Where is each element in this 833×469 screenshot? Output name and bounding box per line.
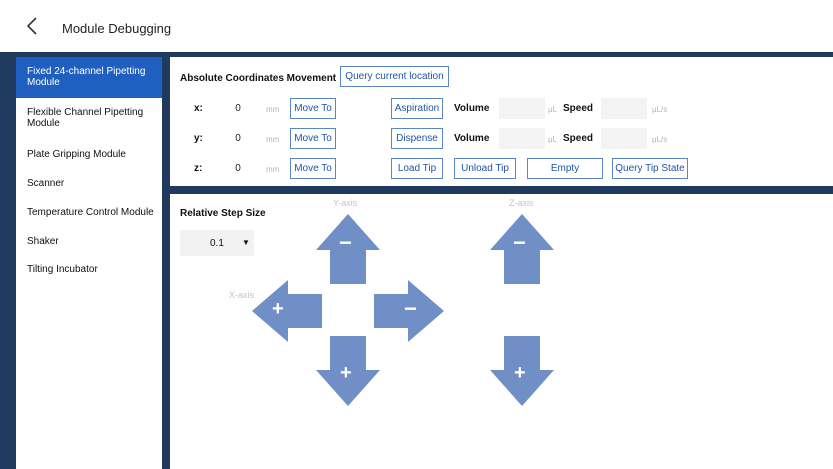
minus-icon: −	[404, 296, 417, 321]
unit-label: μL	[548, 105, 558, 114]
sidebar-item-scanner[interactable]: Scanner	[16, 178, 162, 192]
sidebar-item-tilting-incubator[interactable]: Tilting Incubator	[16, 264, 162, 278]
z-minus-button[interactable]: −	[488, 212, 556, 286]
divider	[162, 186, 833, 194]
sidebar-item-shaker[interactable]: Shaker	[16, 236, 162, 250]
move-to-y-button[interactable]: Move To	[290, 128, 336, 149]
volume-label: Volume	[454, 133, 490, 144]
y-plus-button[interactable]: +	[314, 334, 382, 408]
absolute-coordinates-panel: Absolute Coordinates Movement Query curr…	[170, 57, 833, 186]
sidebar-item-temperature-control[interactable]: Temperature Control Module	[16, 207, 162, 221]
relative-movement-panel: Relative Step Size 0.1 ▼ Y-axis Z-axis X…	[170, 194, 833, 469]
empty-button[interactable]: Empty	[527, 158, 603, 179]
minus-icon: −	[339, 230, 352, 255]
unit-label: μL/s	[652, 135, 668, 144]
aspiration-speed-input[interactable]	[601, 98, 647, 119]
sidebar-item-label: Flexible Channel Pipetting Module	[27, 107, 144, 129]
sidebar-item-label: Tilting Incubator	[27, 264, 98, 275]
header: Module Debugging	[0, 0, 833, 52]
divider	[162, 52, 170, 469]
move-to-x-button[interactable]: Move To	[290, 98, 336, 119]
dispense-volume-input[interactable]	[499, 128, 545, 149]
plus-icon: +	[514, 362, 526, 384]
dispense-speed-input[interactable]	[601, 128, 647, 149]
z-coordinate-value[interactable]: 0	[228, 163, 248, 174]
plus-icon: +	[272, 298, 284, 320]
unit-label: μL	[548, 135, 558, 144]
z-axis-label: Z-axis	[509, 198, 534, 208]
sidebar-item-flexible-channel-pipetting[interactable]: Flexible Channel Pipetting Module	[16, 107, 148, 135]
minus-icon: −	[513, 230, 526, 255]
axis-label-z: z:	[194, 163, 203, 174]
unit-label: mm	[266, 105, 280, 114]
sidebar-item-label: Shaker	[27, 236, 59, 247]
move-to-z-button[interactable]: Move To	[290, 158, 336, 179]
sidebar: Fixed 24-channel Pipetting Module Flexib…	[16, 57, 162, 469]
plus-icon: +	[340, 362, 352, 384]
speed-label: Speed	[563, 103, 594, 114]
axis-label-y: y:	[194, 133, 203, 144]
volume-label: Volume	[454, 103, 490, 114]
query-tip-state-button[interactable]: Query Tip State	[612, 158, 688, 179]
x-coordinate-value[interactable]: 0	[228, 103, 248, 114]
unit-label: μL/s	[652, 105, 668, 114]
arrow-left-icon	[252, 280, 322, 342]
axis-label-x: x:	[194, 103, 203, 114]
unload-tip-button[interactable]: Unload Tip	[454, 158, 516, 179]
section-title: Relative Step Size	[180, 208, 266, 219]
sidebar-item-label: Plate Gripping Module	[27, 149, 126, 160]
back-button[interactable]	[22, 14, 44, 38]
z-plus-button[interactable]: +	[488, 334, 556, 408]
chevron-left-icon	[26, 17, 37, 35]
speed-label: Speed	[563, 133, 594, 144]
sidebar-item-plate-gripping[interactable]: Plate Gripping Module	[16, 149, 162, 163]
query-location-button[interactable]: Query current location	[340, 66, 449, 87]
page-title: Module Debugging	[62, 21, 172, 36]
sidebar-item-label: Fixed 24-channel Pipetting Module	[27, 66, 146, 88]
y-coordinate-value[interactable]: 0	[228, 133, 248, 144]
load-tip-button[interactable]: Load Tip	[391, 158, 443, 179]
step-size-value: 0.1	[210, 238, 224, 249]
aspiration-volume-input[interactable]	[499, 98, 545, 119]
caret-down-icon: ▼	[242, 238, 250, 247]
step-size-select[interactable]: 0.1 ▼	[180, 230, 254, 256]
divider	[0, 52, 16, 469]
dispense-button[interactable]: Dispense	[391, 128, 443, 149]
unit-label: mm	[266, 135, 280, 144]
x-plus-button[interactable]: +	[250, 278, 324, 344]
y-axis-label: Y-axis	[333, 198, 358, 208]
sidebar-item-label: Scanner	[27, 178, 65, 189]
section-title: Absolute Coordinates Movement	[180, 73, 337, 84]
sidebar-item-label: Temperature Control Module	[27, 207, 154, 218]
y-minus-button[interactable]: −	[314, 212, 382, 286]
x-minus-button[interactable]: −	[372, 278, 446, 344]
sidebar-item-fixed-24-channel-pipetting[interactable]: Fixed 24-channel Pipetting Module	[16, 57, 162, 98]
unit-label: mm	[266, 165, 280, 174]
aspiration-button[interactable]: Aspiration	[391, 98, 443, 119]
